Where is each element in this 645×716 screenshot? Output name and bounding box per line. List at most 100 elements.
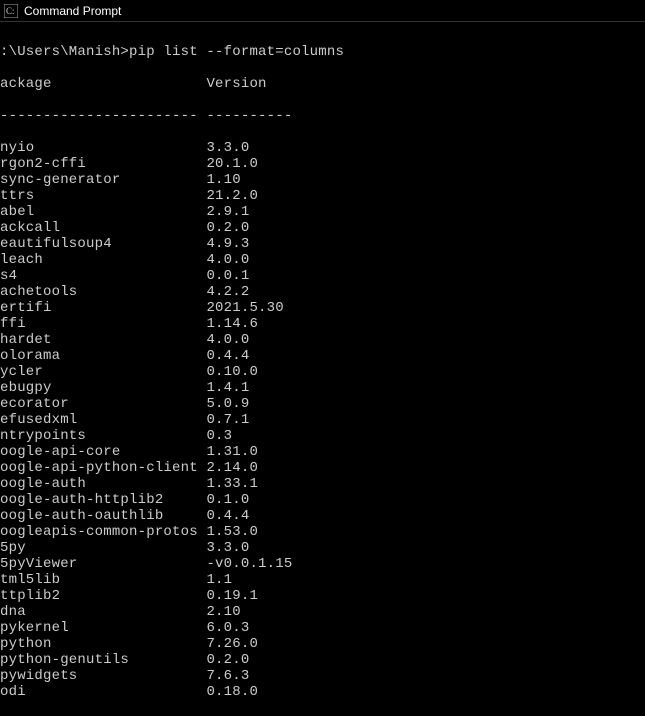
divider-version: ----------	[206, 108, 292, 124]
package-name: efusedxml	[0, 412, 206, 428]
package-version: 3.3.0	[206, 140, 249, 156]
package-row: dna 2.10	[0, 604, 645, 620]
window-title: Command Prompt	[24, 4, 121, 18]
package-name: pywidgets	[0, 668, 206, 684]
package-name: ffi	[0, 316, 206, 332]
package-name: oogle-api-core	[0, 444, 206, 460]
package-version: 0.10.0	[206, 364, 258, 380]
package-row: ffi 1.14.6	[0, 316, 645, 332]
package-name: oogle-api-python-client	[0, 460, 206, 476]
svg-text:C:: C:	[6, 6, 15, 16]
package-row: oogle-api-core 1.31.0	[0, 444, 645, 460]
package-row: ttplib2 0.19.1	[0, 588, 645, 604]
package-version: 2.10	[206, 604, 240, 620]
table-header: ackage Version	[0, 76, 645, 92]
package-version: 21.2.0	[206, 188, 258, 204]
package-version: 0.2.0	[206, 220, 249, 236]
package-row: olorama 0.4.4	[0, 348, 645, 364]
package-row: achetools 4.2.2	[0, 284, 645, 300]
package-name: achetools	[0, 284, 206, 300]
command-prompt-line: :\Users\Manish>pip list --format=columns	[0, 44, 645, 60]
package-name: leach	[0, 252, 206, 268]
package-version: 0.0.1	[206, 268, 249, 284]
package-name: ackcall	[0, 220, 206, 236]
window-titlebar[interactable]: C: Command Prompt	[0, 0, 645, 22]
package-row: ttrs 21.2.0	[0, 188, 645, 204]
package-row: odi 0.18.0	[0, 684, 645, 700]
package-name: pykernel	[0, 620, 206, 636]
table-divider: ----------------------- ----------	[0, 108, 645, 124]
package-row: oogle-api-python-client 2.14.0	[0, 460, 645, 476]
package-row: rgon2-cffi 20.1.0	[0, 156, 645, 172]
package-row: ebugpy 1.4.1	[0, 380, 645, 396]
package-row: ycler 0.10.0	[0, 364, 645, 380]
header-version: Version	[206, 76, 266, 92]
package-name: ttplib2	[0, 588, 206, 604]
package-version: -v0.0.1.15	[206, 556, 292, 572]
package-version: 7.6.3	[206, 668, 249, 684]
package-row: eautifulsoup4 4.9.3	[0, 236, 645, 252]
package-name: odi	[0, 684, 206, 700]
package-name: python-genutils	[0, 652, 206, 668]
package-name: sync-generator	[0, 172, 206, 188]
package-row: nyio 3.3.0	[0, 140, 645, 156]
package-version: 1.31.0	[206, 444, 258, 460]
package-version: 4.2.2	[206, 284, 249, 300]
package-row: oogleapis-common-protos 1.53.0	[0, 524, 645, 540]
package-version: 1.14.6	[206, 316, 258, 332]
package-version: 1.1	[206, 572, 232, 588]
package-name: python	[0, 636, 206, 652]
package-version: 0.4.4	[206, 348, 249, 364]
package-version: 0.3	[206, 428, 232, 444]
package-version: 1.10	[206, 172, 240, 188]
package-name: ebugpy	[0, 380, 206, 396]
package-name: oogleapis-common-protos	[0, 524, 206, 540]
package-version: 1.53.0	[206, 524, 258, 540]
divider-package: -----------------------	[0, 108, 198, 124]
package-version: 4.0.0	[206, 332, 249, 348]
package-row: s4 0.0.1	[0, 268, 645, 284]
package-version: 5.0.9	[206, 396, 249, 412]
package-name: s4	[0, 268, 206, 284]
cmd-icon: C:	[4, 4, 18, 18]
package-version: 2.9.1	[206, 204, 249, 220]
package-name: nyio	[0, 140, 206, 156]
package-row: 5py 3.3.0	[0, 540, 645, 556]
terminal-output[interactable]: :\Users\Manish>pip list --format=columns…	[0, 22, 645, 716]
package-row: python-genutils 0.2.0	[0, 652, 645, 668]
package-row: leach 4.0.0	[0, 252, 645, 268]
package-row: oogle-auth-httplib2 0.1.0	[0, 492, 645, 508]
package-version: 3.3.0	[206, 540, 249, 556]
package-version: 4.0.0	[206, 252, 249, 268]
package-name: eautifulsoup4	[0, 236, 206, 252]
package-name: ttrs	[0, 188, 206, 204]
package-name: ertifi	[0, 300, 206, 316]
package-name: dna	[0, 604, 206, 620]
package-name: rgon2-cffi	[0, 156, 206, 172]
package-version: 4.9.3	[206, 236, 249, 252]
package-name: abel	[0, 204, 206, 220]
package-row: ertifi 2021.5.30	[0, 300, 645, 316]
package-name: oogle-auth	[0, 476, 206, 492]
package-list: nyio 3.3.0rgon2-cffi 20.1.0sync-generato…	[0, 140, 645, 700]
package-version: 6.0.3	[206, 620, 249, 636]
package-version: 2.14.0	[206, 460, 258, 476]
package-row: 5pyViewer -v0.0.1.15	[0, 556, 645, 572]
package-version: 7.26.0	[206, 636, 258, 652]
package-version: 0.18.0	[206, 684, 258, 700]
package-version: 0.19.1	[206, 588, 258, 604]
package-name: oogle-auth-oauthlib	[0, 508, 206, 524]
package-version: 0.4.4	[206, 508, 249, 524]
package-row: pykernel 6.0.3	[0, 620, 645, 636]
package-row: oogle-auth-oauthlib 0.4.4	[0, 508, 645, 524]
package-name: tml5lib	[0, 572, 206, 588]
package-row: abel 2.9.1	[0, 204, 645, 220]
package-name: ecorator	[0, 396, 206, 412]
package-version: 1.33.1	[206, 476, 258, 492]
package-row: sync-generator 1.10	[0, 172, 645, 188]
package-version: 2021.5.30	[206, 300, 283, 316]
package-name: ntrypoints	[0, 428, 206, 444]
package-row: pywidgets 7.6.3	[0, 668, 645, 684]
package-name: 5py	[0, 540, 206, 556]
package-name: hardet	[0, 332, 206, 348]
